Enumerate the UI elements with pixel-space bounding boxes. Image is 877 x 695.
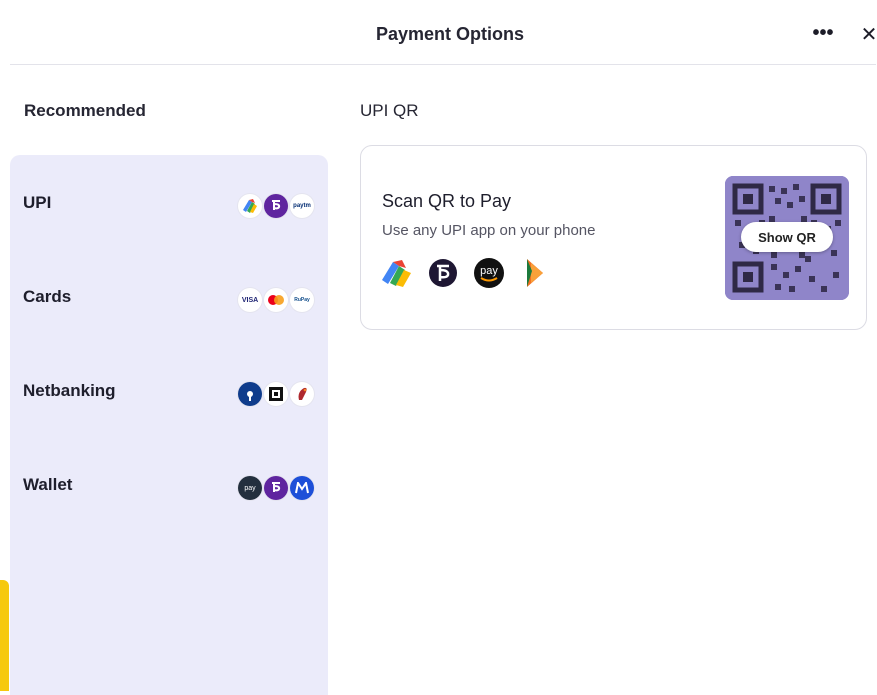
amazon-pay-icon: pay [238,476,262,500]
icici-icon [290,382,314,406]
upi-app-icons: pay [380,256,564,290]
more-options-button[interactable]: ••• [808,20,838,50]
header-divider [10,64,876,65]
side-tab-handle[interactable] [0,580,9,691]
sidebar-item-label: Cards [23,287,72,306]
payment-methods-sidebar: UPI paytm Cards VISA RuPay Netbanking Wa… [10,155,328,695]
mastercard-icon [264,288,288,312]
qr-card-subtitle: Use any UPI app on your phone [382,222,596,239]
sidebar-item-label: UPI [23,193,52,212]
svg-text:pay: pay [480,265,498,277]
upi-logos: paytm [236,194,314,218]
phonepe-icon [264,476,288,500]
bank-logos [236,382,314,406]
google-pay-icon [238,194,262,218]
show-qr-button[interactable]: Show QR [741,222,833,252]
bhim-icon [518,256,552,290]
close-button[interactable]: ✕ [855,20,877,50]
phonepe-icon [264,194,288,218]
paytm-icon: paytm [290,194,314,218]
sidebar-item-netbanking[interactable]: Netbanking [10,351,328,431]
google-pay-icon [380,256,414,290]
mobikwik-icon [290,476,314,500]
wallet-logos: pay [236,476,314,500]
recommended-heading: Recommended [24,101,146,120]
sidebar-item-wallet[interactable]: Wallet pay [10,445,328,525]
card-logos: VISA RuPay [236,288,314,312]
rupay-icon: RuPay [290,288,314,312]
visa-icon: VISA [238,288,262,312]
sidebar-item-label: Wallet [23,475,73,494]
sidebar-item-upi[interactable]: UPI paytm [10,163,328,243]
upi-qr-heading: UPI QR [360,101,419,120]
qr-card-title: Scan QR to Pay [382,191,512,211]
modal-header: Payment Options ••• ✕ [0,0,877,66]
phonepe-icon [426,256,460,290]
sidebar-item-cards[interactable]: Cards VISA RuPay [10,257,328,337]
amazon-pay-icon: pay [472,256,506,290]
hdfc-icon [264,382,288,406]
page-title: Payment Options [375,24,525,44]
upi-qr-card: Scan QR to Pay Use any UPI app on your p… [360,145,867,330]
sidebar-item-label: Netbanking [23,381,116,400]
sbi-icon [238,382,262,406]
